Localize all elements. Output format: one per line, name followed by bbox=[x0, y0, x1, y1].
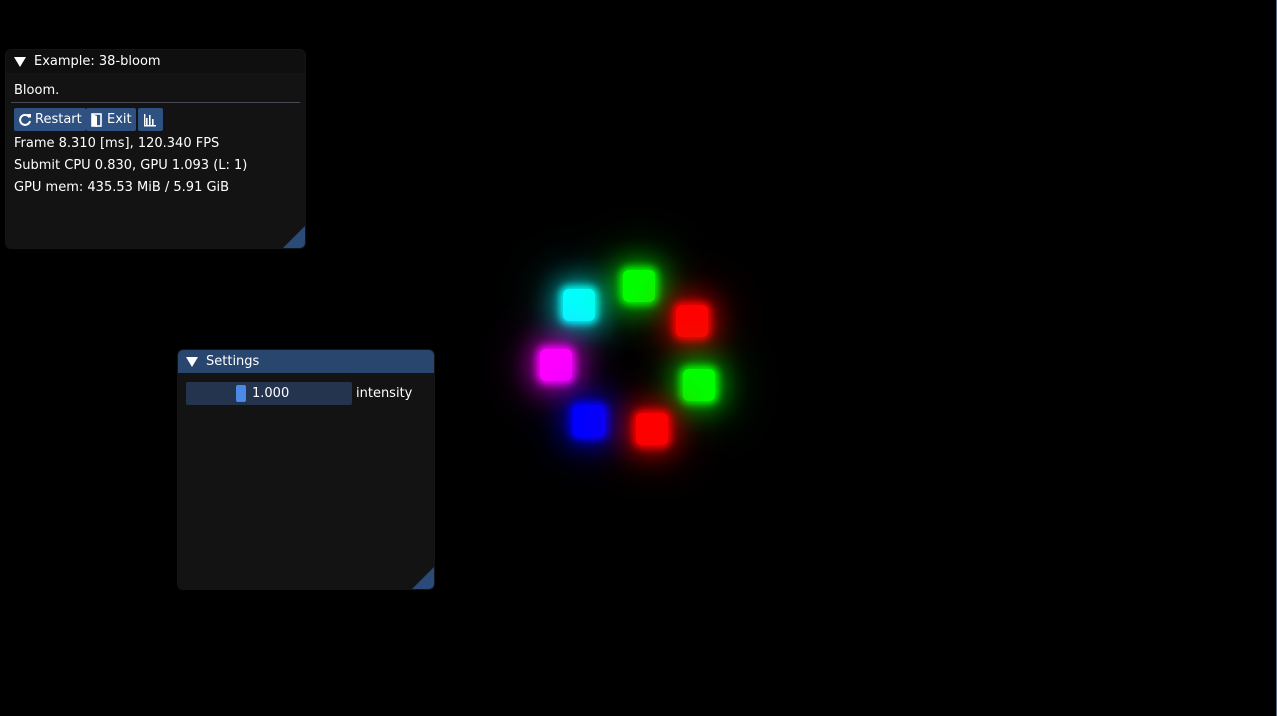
cube-cyan bbox=[563, 289, 595, 321]
exit-door-icon bbox=[91, 112, 102, 127]
gpu-mem-stats: GPU mem: 435.53 MiB / 5.91 GiB bbox=[14, 180, 230, 195]
separator bbox=[11, 102, 300, 103]
cube-blue bbox=[573, 405, 605, 437]
settings-window-titlebar[interactable]: Settings bbox=[178, 350, 434, 373]
collapse-arrow-icon[interactable] bbox=[14, 56, 26, 67]
settings-window-title: Settings bbox=[206, 354, 260, 369]
exit-label: Exit bbox=[107, 112, 132, 127]
resize-grip[interactable] bbox=[412, 567, 434, 589]
cube-red-right bbox=[676, 305, 708, 337]
settings-window[interactable]: Settings 1.000 intensity bbox=[178, 350, 434, 589]
example-window-title: Example: 38-bloom bbox=[34, 54, 161, 69]
cube-green-top bbox=[623, 270, 655, 302]
stats-button[interactable] bbox=[138, 108, 163, 131]
intensity-label: intensity bbox=[356, 386, 413, 401]
cube-magenta bbox=[540, 349, 572, 381]
bar-chart-icon bbox=[144, 113, 156, 126]
resize-grip[interactable] bbox=[283, 226, 305, 248]
restart-button[interactable]: Restart bbox=[14, 108, 86, 131]
example-window[interactable]: Example: 38-bloom Bloom. Restart Exit Fr… bbox=[6, 50, 305, 248]
example-description: Bloom. bbox=[14, 83, 60, 98]
restart-label: Restart bbox=[35, 112, 82, 127]
collapse-arrow-icon[interactable] bbox=[186, 356, 198, 367]
example-window-titlebar[interactable]: Example: 38-bloom bbox=[6, 50, 305, 73]
cube-red-bottom bbox=[636, 413, 668, 445]
slider-grab[interactable] bbox=[235, 385, 246, 402]
cube-green-right bbox=[683, 369, 715, 401]
intensity-slider[interactable]: 1.000 bbox=[186, 382, 352, 405]
restart-icon bbox=[19, 113, 31, 126]
exit-button[interactable]: Exit bbox=[86, 108, 136, 131]
frame-stats: Frame 8.310 [ms], 120.340 FPS bbox=[14, 136, 220, 151]
intensity-value: 1.000 bbox=[252, 386, 290, 401]
submit-stats: Submit CPU 0.830, GPU 1.093 (L: 1) bbox=[14, 158, 248, 173]
